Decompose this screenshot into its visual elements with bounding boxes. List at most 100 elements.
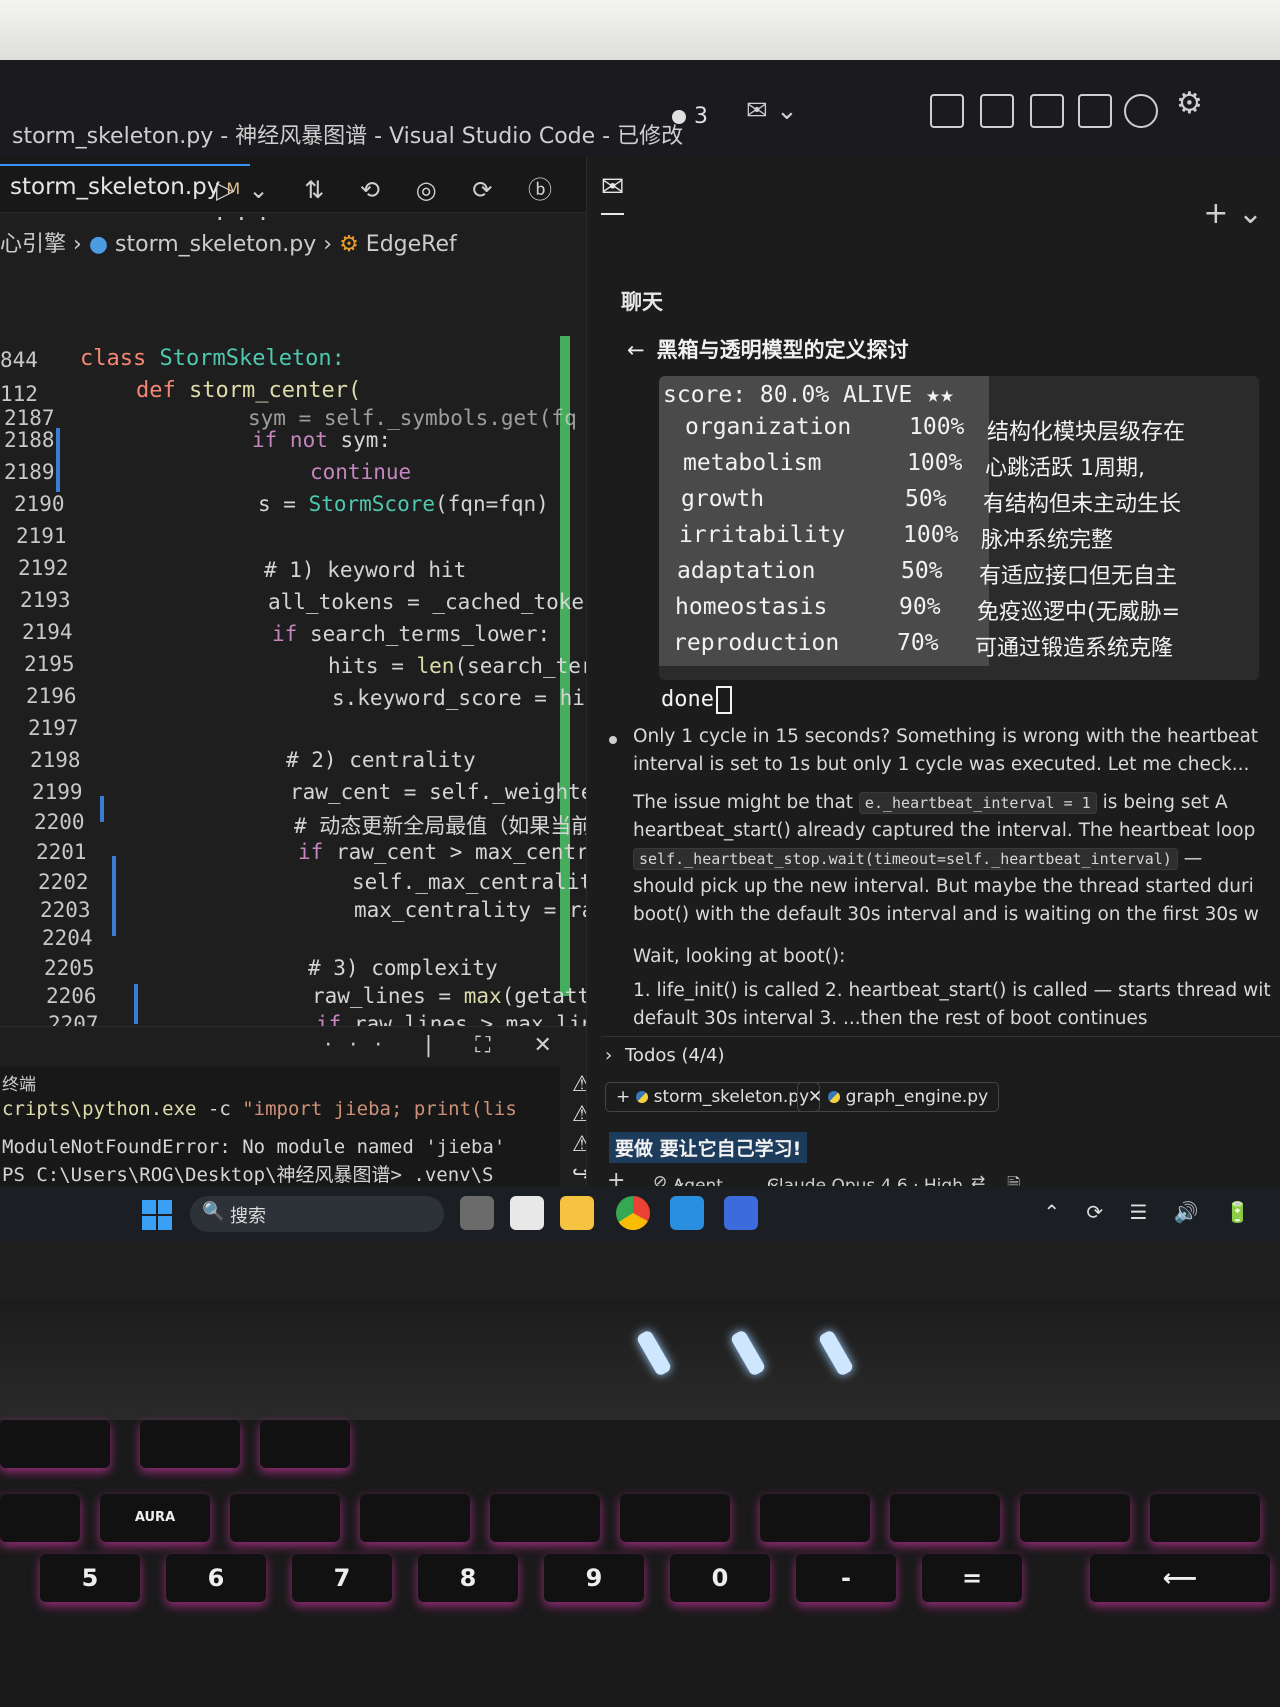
sticky-line-number: 844 — [0, 348, 38, 372]
terminal-prompt-line: PS C:\Users\ROG\Desktop\神经风暴图谱> .venv\S — [2, 1164, 494, 1186]
laptop-hinge — [0, 1300, 1280, 1420]
toggle-sidebar-icon[interactable] — [980, 94, 1014, 128]
metric-row: homeostasis 90% 免疫巡逻中(无威胁= — [675, 594, 1180, 625]
code-line: hits = len(search_ter — [328, 654, 594, 678]
metric-name: metabolism — [683, 450, 822, 476]
code-line: if not sym: — [252, 428, 392, 452]
metric-description: 可通过锻造系统克隆 — [975, 636, 1174, 661]
chevron-right-icon: › — [605, 1045, 613, 1066]
metric-row: metabolism 100% 心跳活跃 1周期, — [683, 450, 1145, 481]
windows-start-icon[interactable] — [142, 1200, 172, 1230]
breadcrumb-symbol[interactable]: EdgeRef — [366, 232, 457, 257]
line-number: 2194 — [22, 620, 73, 644]
tab-storm-skeleton[interactable]: storm_skeleton.py M — [0, 164, 251, 208]
sticky-def-line[interactable]: def storm_center( — [136, 378, 361, 403]
chat-subject[interactable]: ← 黑箱与透明模型的定义探讨 — [627, 334, 909, 364]
line-number: 2189 — [4, 460, 55, 484]
gear-icon[interactable]: ⚙ — [1176, 86, 1203, 121]
line-number: 2199 — [32, 780, 83, 804]
context-files: + storm_skeleton.py ✕ graph_engine.py — [601, 1078, 1280, 1120]
git-change-marker — [112, 856, 116, 936]
number-key: 0 — [670, 1554, 770, 1602]
code-comment: # 动态更新全局最值（如果当前 — [294, 814, 593, 838]
assistant-message-line: should pick up the new interval. But may… — [633, 876, 1254, 897]
git-change-marker — [100, 796, 104, 822]
fn-key — [230, 1494, 340, 1542]
tab-label: storm_skeleton.py — [10, 174, 221, 200]
todos-toggle[interactable]: › Todos (4/4) — [601, 1036, 1280, 1073]
metric-name: organization — [685, 414, 852, 440]
metric-percent: 90% — [899, 594, 941, 620]
metric-description: 有适应接口但无自主 — [979, 564, 1178, 589]
metric-row: adaptation 50% 有适应接口但无自主 — [677, 558, 1177, 589]
system-tray[interactable]: ⌃ ⟳ ☰ 🔊 🔋 — [1043, 1200, 1260, 1224]
assistant-message-line: heartbeat_start() already captured the i… — [633, 820, 1256, 841]
number-key: 7 — [292, 1554, 392, 1602]
chat-icon[interactable]: ✉ — [601, 170, 625, 215]
taskbar: 🔍 搜索 ⌃ ⟳ ☰ 🔊 🔋 — [0, 1186, 1280, 1242]
line-number: 2201 — [36, 840, 87, 864]
code-line: all_tokens = _cached_toke — [268, 590, 585, 614]
aura-key: AURA — [100, 1494, 210, 1542]
app-icon[interactable] — [724, 1196, 758, 1230]
line-number: 2203 — [40, 898, 91, 922]
monitor-bezel — [0, 0, 1280, 60]
terminal-output-block: score: 80.0% ALIVE ★★ organization 100% 结构… — [659, 376, 1259, 680]
metric-description: 免疫巡逻中(无威胁= — [977, 600, 1181, 625]
title-bar: storm_skeleton.py - 神经风暴图谱 - Visual Stud… — [0, 60, 1280, 156]
problems-count: 3 — [694, 104, 708, 129]
metric-percent: 100% — [909, 414, 965, 440]
file-explorer-icon[interactable] — [560, 1196, 594, 1230]
breadcrumb-folder[interactable]: 心引擎 — [0, 232, 66, 257]
task-view-icon[interactable] — [460, 1196, 494, 1230]
sticky-line-number: 112 — [0, 382, 38, 406]
vscode-icon[interactable] — [670, 1196, 704, 1230]
chrome-icon[interactable] — [616, 1196, 650, 1230]
taskbar-search[interactable]: 🔍 搜索 — [190, 1196, 444, 1232]
store-icon[interactable] — [510, 1196, 544, 1230]
fn-key — [0, 1420, 110, 1468]
layout-customize-icon[interactable] — [930, 94, 964, 128]
metric-row: irritability 100% 脉冲系统完整 — [679, 522, 1113, 553]
line-number: 2197 — [28, 716, 79, 740]
metric-percent: 50% — [905, 486, 947, 512]
panel-actions[interactable]: ··· | ⛶ ✕ — [325, 1033, 570, 1058]
back-arrow-icon[interactable]: ← — [627, 338, 645, 362]
message-bullet — [609, 736, 617, 744]
fn-key — [260, 1420, 350, 1468]
breadcrumb-file[interactable]: storm_skeleton.py — [115, 232, 316, 257]
account-icon[interactable] — [1124, 94, 1158, 128]
problems-badge[interactable]: 3 — [672, 104, 708, 129]
text-cursor — [715, 686, 732, 714]
editor-actions[interactable]: ▷⌄ ⇅ ⟲ ◎ ⟳ ⓑ ··· — [216, 170, 586, 233]
toggle-secondary-sidebar-icon[interactable] — [1078, 94, 1112, 128]
chat-toggle-icon[interactable]: ✉ ⌄ — [746, 96, 798, 126]
terminal-title: 终端 — [2, 1075, 36, 1095]
context-file-chip[interactable]: ✕ graph_engine.py — [797, 1082, 1000, 1112]
sticky-class-line[interactable]: class StormSkeleton: — [80, 346, 345, 371]
fn-key — [490, 1494, 600, 1542]
terminal-panel[interactable]: 终端 cripts\python.exe -c "import jieba; p… — [0, 1066, 560, 1186]
line-number: 2190 — [14, 492, 65, 516]
fn-key — [620, 1494, 730, 1542]
code-comment: # 2) centrality — [286, 748, 476, 772]
line-number: 2202 — [38, 870, 89, 894]
metric-description: 心跳活跃 1周期, — [985, 456, 1145, 481]
chat-input[interactable]: 要做 要让它自己学习! — [609, 1132, 808, 1163]
number-key: 5 — [40, 1554, 140, 1602]
context-file-chip[interactable]: + storm_skeleton.py — [605, 1082, 821, 1112]
toggle-panel-icon[interactable] — [1030, 94, 1064, 128]
backspace-key: ⟵ — [1090, 1554, 1270, 1602]
line-number: 2200 — [34, 810, 85, 834]
number-key: 9 — [544, 1554, 644, 1602]
fn-key — [140, 1420, 240, 1468]
code-line: raw_lines = max(getattr( — [312, 984, 616, 1008]
git-change-marker — [134, 984, 138, 1024]
code-line: sym = self._symbols.get(fq — [248, 406, 577, 430]
line-number: 2191 — [16, 524, 67, 548]
metric-row: reproduction 70% 可通过锻造系统克隆 — [673, 630, 1173, 661]
breadcrumb[interactable]: 心引擎 › ● storm_skeleton.py › ⚙ EdgeRef — [0, 226, 457, 258]
chat-panel: ✉ + ⌄ 聊天 ← 黑箱与透明模型的定义探讨 score: 80.0% ALIV… — [586, 156, 1280, 1196]
new-chat-icon[interactable]: + ⌄ — [1203, 196, 1263, 231]
code-comment: # 1) keyword hit — [264, 558, 467, 582]
